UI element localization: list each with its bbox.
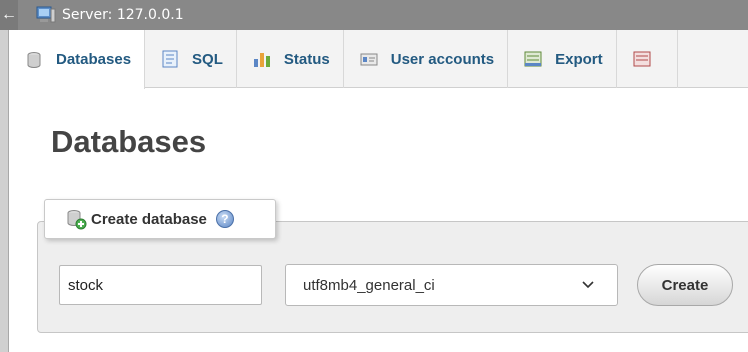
sql-icon (160, 49, 180, 69)
database-add-icon (65, 208, 87, 230)
create-database-legend: Create database ? (44, 199, 276, 239)
server-label[interactable]: Server: 127.0.0.1 (62, 7, 184, 23)
chevron-down-icon (581, 277, 595, 291)
tab-label: User accounts (390, 50, 495, 68)
tab-label: Status (283, 50, 330, 68)
page-title: Databases (51, 124, 207, 159)
tab-import[interactable] (617, 30, 678, 88)
tab-status[interactable]: Status (237, 30, 344, 88)
create-button[interactable]: Create (637, 264, 733, 306)
server-icon (36, 6, 56, 24)
database-icon (24, 50, 44, 70)
tab-label: Databases (56, 51, 132, 68)
tab-label: Export (555, 50, 603, 68)
left-arrow-icon[interactable]: ← (0, 0, 18, 30)
tab-export[interactable]: Export (508, 30, 617, 88)
database-name-input[interactable] (59, 265, 262, 305)
status-chart-icon (252, 49, 272, 69)
tab-databases[interactable]: Databases (9, 30, 146, 89)
collation-value: utf8mb4_general_ci (303, 276, 435, 294)
help-icon[interactable]: ? (215, 210, 234, 228)
tab-user-accounts[interactable]: User accounts (344, 30, 509, 88)
tab-sql[interactable]: SQL (145, 30, 237, 88)
collation-select[interactable]: utf8mb4_general_ci (285, 264, 618, 306)
server-breadcrumb-bar: ← Server: 127.0.0.1 (0, 0, 748, 30)
import-icon (632, 49, 652, 69)
left-frame-edge (0, 0, 9, 352)
legend-label: Create database (91, 210, 207, 228)
export-icon (523, 49, 543, 69)
user-accounts-icon (359, 49, 379, 69)
top-menu-tabs: Databases SQL Status User accounts Expor… (9, 30, 748, 89)
tab-label: SQL (192, 50, 223, 68)
